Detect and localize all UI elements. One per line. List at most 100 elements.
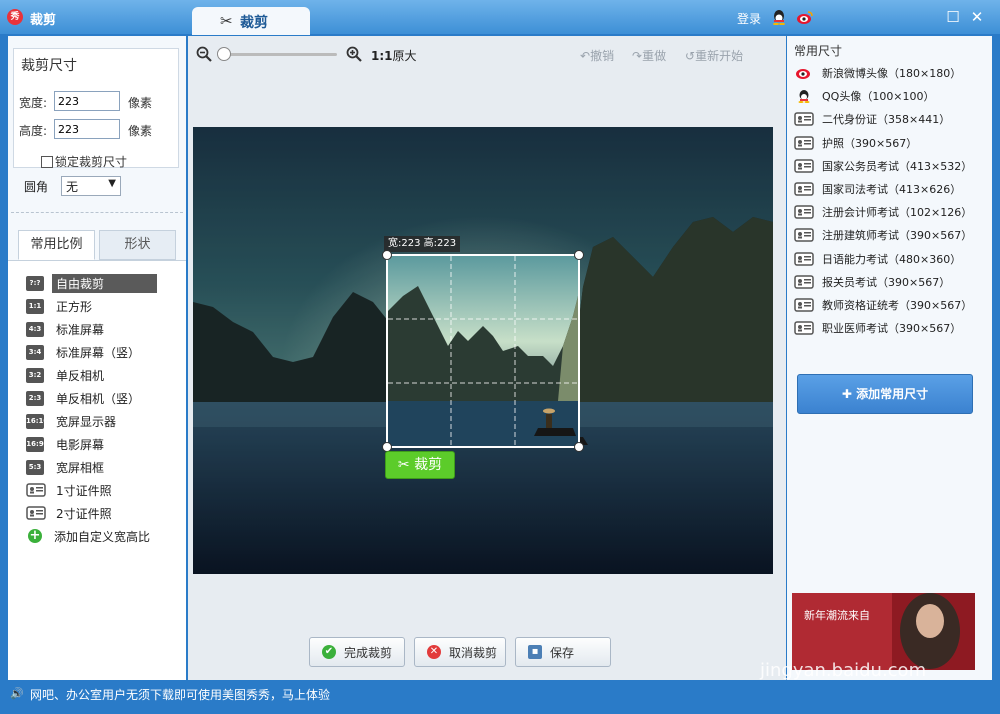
zoom-in-icon[interactable]: [346, 46, 362, 62]
crop-handle-bottom-right[interactable]: [574, 442, 584, 452]
finish-crop-label: 完成裁剪: [344, 645, 393, 660]
ratio-list: ?:? 自由裁剪 1:1 正方形 4:3 标准屏幕 3:4 标准屏幕（竖） 3:…: [8, 260, 186, 680]
zoom-out-icon[interactable]: [196, 46, 212, 62]
preset-label: QQ头像（100×100）: [822, 90, 935, 104]
tab-shape[interactable]: 形状: [99, 230, 176, 260]
toolbar: 1:1原大 ↶撤销 ↷重做 ↺重新开始: [188, 36, 786, 72]
id-card-icon: [794, 112, 814, 127]
preset-item[interactable]: 新浪微博头像（180×180）: [794, 64, 961, 82]
lock-size-label: 锁定裁剪尺寸: [55, 155, 128, 169]
corner-label: 圆角: [24, 180, 49, 194]
status-text[interactable]: 网吧、办公室用户无须下载即可使用美图秀秀，马上体验: [30, 686, 330, 703]
plus-icon: ✚: [841, 387, 857, 401]
ratio-16-9[interactable]: 16:9 电影屏幕: [26, 435, 108, 453]
redo-icon: ↷: [632, 49, 643, 63]
ratio-square[interactable]: 1:1 正方形: [26, 297, 96, 315]
preset-item[interactable]: 注册会计师考试（102×126）: [794, 203, 972, 221]
login-link[interactable]: 登录: [737, 10, 761, 27]
maximize-icon[interactable]: ☐: [944, 8, 962, 26]
tab-common-ratio[interactable]: 常用比例: [18, 230, 95, 260]
preset-item[interactable]: 职业医师考试（390×567）: [794, 319, 961, 337]
preset-label: 日语能力考试（480×360）: [822, 252, 962, 266]
id-card-icon: [794, 228, 814, 243]
ratio-free[interactable]: ?:? 自由裁剪: [26, 273, 157, 293]
preset-item[interactable]: 注册建筑师考试（390×567）: [794, 226, 972, 244]
undo-icon: ↶: [580, 49, 591, 63]
zoom-slider-thumb[interactable]: [217, 47, 231, 61]
ratio-2-inch-photo[interactable]: 2寸证件照: [26, 504, 116, 522]
crop-apply-button[interactable]: ✂ 裁剪: [385, 451, 455, 479]
preset-item[interactable]: 护照（390×567）: [794, 134, 917, 152]
preset-item[interactable]: QQ头像（100×100）: [794, 87, 935, 105]
id-card-icon: [794, 159, 814, 173]
ad-banner[interactable]: 新年潮流来自: [792, 593, 975, 670]
width-input[interactable]: [54, 91, 120, 111]
ratio-3-4[interactable]: 3:4 标准屏幕（竖）: [26, 343, 144, 361]
redo-button[interactable]: ↷重做: [632, 47, 666, 64]
ratio-badge-icon: 3:2: [26, 367, 44, 383]
ratio-2-3[interactable]: 2:3 单反相机（竖）: [26, 389, 144, 407]
ratio-5-3[interactable]: 5:3 宽屏相框: [26, 458, 108, 476]
preset-item[interactable]: 国家司法考试（413×626）: [794, 180, 961, 198]
add-custom-ratio[interactable]: + 添加自定义宽高比: [26, 527, 154, 545]
zoom-slider[interactable]: [222, 53, 337, 56]
ratio-3-2[interactable]: 3:2 单反相机: [26, 366, 108, 384]
preset-label: 教师资格证统考（390×567）: [822, 299, 973, 312]
original-size-label: 原大: [392, 49, 417, 63]
ratio-badge-icon: 2:3: [26, 390, 44, 406]
crop-size-box: 裁剪尺寸 宽度: 像素 高度: 像素 锁定裁剪尺寸: [13, 48, 179, 170]
checkbox-box[interactable]: [41, 156, 53, 168]
qq-icon[interactable]: [772, 9, 786, 25]
corner-select[interactable]: 无 ▼: [61, 176, 121, 196]
plus-icon: +: [28, 528, 42, 543]
ratio-label: 单反相机: [56, 368, 105, 383]
ad-text: 新年潮流来自: [804, 608, 870, 622]
restart-icon: ↺: [685, 49, 696, 63]
ratio-badge-icon: 16:10: [26, 413, 48, 429]
preset-label: 新浪微博头像（180×180）: [822, 67, 962, 80]
ratio-4-3[interactable]: 4:3 标准屏幕: [26, 320, 108, 338]
preset-label: 二代身份证（358×441）: [822, 113, 951, 127]
add-common-size-button[interactable]: ✚ 添加常用尺寸: [797, 374, 973, 414]
app-logo-icon: 秀: [7, 9, 23, 25]
cancel-crop-button[interactable]: ✕ 取消裁剪: [414, 637, 506, 667]
restart-button[interactable]: ↺重新开始: [685, 47, 743, 64]
ratio-label: 宽屏相框: [56, 460, 105, 475]
preset-item[interactable]: 教师资格证统考（390×567）: [794, 296, 972, 314]
weibo-icon[interactable]: [796, 9, 814, 25]
watermark: jingyan.baidu.com: [760, 660, 927, 681]
ratio-1-inch-photo[interactable]: 1寸证件照: [26, 481, 116, 499]
ratio-label: 1寸证件照: [56, 483, 112, 498]
crop-frame[interactable]: [382, 250, 584, 452]
width-unit: 像素: [128, 96, 153, 110]
ratio-16-10[interactable]: 16:10 宽屏显示器: [26, 412, 120, 430]
cancel-crop-label: 取消裁剪: [449, 645, 498, 660]
preset-item[interactable]: 国家公务员考试（413×532）: [794, 157, 972, 175]
ratio-badge-icon: 1:1: [26, 298, 44, 314]
original-size-prefix: 1:1: [371, 49, 393, 63]
check-icon: ✔: [322, 645, 336, 659]
crop-handle-top-right[interactable]: [574, 250, 584, 260]
ratio-label: 正方形: [56, 299, 93, 314]
close-icon[interactable]: ✕: [968, 8, 986, 26]
preset-item[interactable]: 二代身份证（358×441）: [794, 110, 950, 128]
preset-label: 护照（390×567）: [822, 136, 918, 150]
id-card-icon: [794, 275, 814, 289]
id-card-icon: [794, 298, 814, 312]
preset-item[interactable]: 日语能力考试（480×360）: [794, 250, 961, 268]
save-button[interactable]: ▪ 保存: [515, 637, 611, 667]
original-size-button[interactable]: 1:1原大: [371, 47, 417, 64]
app-title: 裁剪: [30, 13, 57, 28]
ratio-label: 标准屏幕: [56, 322, 105, 337]
crop-handle-top-left[interactable]: [382, 250, 392, 260]
preset-item[interactable]: 报关员考试（390×567）: [794, 273, 950, 291]
finish-crop-button[interactable]: ✔ 完成裁剪: [309, 637, 405, 667]
tab-crop[interactable]: ✂ 裁剪: [192, 7, 310, 35]
height-input[interactable]: [54, 119, 120, 139]
undo-button[interactable]: ↶撤销: [580, 47, 614, 64]
lock-size-checkbox[interactable]: 锁定裁剪尺寸: [41, 153, 127, 170]
status-bar: 🔊 网吧、办公室用户无须下载即可使用美图秀秀，马上体验: [0, 680, 1000, 714]
right-panel: 常用尺寸 新浪微博头像（180×180） QQ头像（100×100） 二代身份证（3…: [787, 36, 992, 680]
preset-label: 注册会计师考试（102×126）: [822, 206, 973, 220]
id-card-icon: [26, 506, 46, 520]
